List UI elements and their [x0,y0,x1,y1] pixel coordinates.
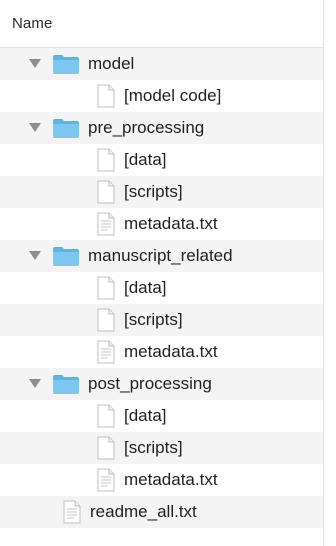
blank-document-icon [96,84,116,108]
tree-row-readme-all-txt[interactable]: readme_all.txt [0,496,323,528]
disclosure-triangle-icon[interactable] [28,57,42,71]
tree-row-model-folder[interactable]: model [0,48,323,80]
tree-row-post-processing-folder[interactable]: post_processing [0,368,323,400]
tree-row-data[interactable]: [data] [0,272,323,304]
blank-document-icon [96,148,116,172]
blank-document-icon [96,436,116,460]
column-header-name[interactable]: Name [0,0,323,48]
column-header-label: Name [12,15,53,32]
tree-row-label: [model code] [124,86,222,105]
tree-row-pre-processing-folder[interactable]: pre_processing [0,112,323,144]
tree-row-manuscript-related-folder[interactable]: manuscript_related [0,240,323,272]
tree-row-label: [data] [124,406,167,425]
tree-row-label: metadata.txt [124,470,218,489]
text-document-icon [96,212,116,236]
folder-icon [52,245,80,267]
disclosure-triangle-icon[interactable] [28,377,42,391]
tree-row-label: metadata.txt [124,214,218,233]
tree-row-label: [scripts] [124,310,183,329]
finder-list-view: Name model [model code] pre_processing [… [0,0,324,546]
blank-document-icon [96,180,116,204]
blank-document-icon [96,276,116,300]
folder-icon [52,117,80,139]
text-document-icon [62,500,82,524]
file-tree: model [model code] pre_processing [data]… [0,48,323,528]
blank-document-icon [96,308,116,332]
tree-row-label: readme_all.txt [90,502,197,521]
tree-row-label: post_processing [88,374,212,393]
folder-icon [52,53,80,75]
text-document-icon [96,340,116,364]
tree-row-label: [scripts] [124,438,183,457]
folder-icon [52,373,80,395]
disclosure-triangle-icon[interactable] [28,121,42,135]
tree-row-label: [data] [124,150,167,169]
tree-row-data[interactable]: [data] [0,400,323,432]
text-document-icon [96,468,116,492]
tree-row-label: pre_processing [88,118,205,137]
tree-row-label: model [88,54,135,73]
tree-row-data[interactable]: [data] [0,144,323,176]
tree-row-scripts[interactable]: [scripts] [0,304,323,336]
tree-row-scripts[interactable]: [scripts] [0,176,323,208]
tree-row-metadata-txt[interactable]: metadata.txt [0,336,323,368]
tree-row-label: [scripts] [124,182,183,201]
tree-row-label: [data] [124,278,167,297]
blank-document-icon [96,404,116,428]
tree-row-metadata-txt[interactable]: metadata.txt [0,464,323,496]
tree-row-scripts[interactable]: [scripts] [0,432,323,464]
tree-row-metadata-txt[interactable]: metadata.txt [0,208,323,240]
tree-row-label: manuscript_related [88,246,233,265]
tree-row-label: metadata.txt [124,342,218,361]
tree-row-model-code[interactable]: [model code] [0,80,323,112]
disclosure-triangle-icon[interactable] [28,249,42,263]
